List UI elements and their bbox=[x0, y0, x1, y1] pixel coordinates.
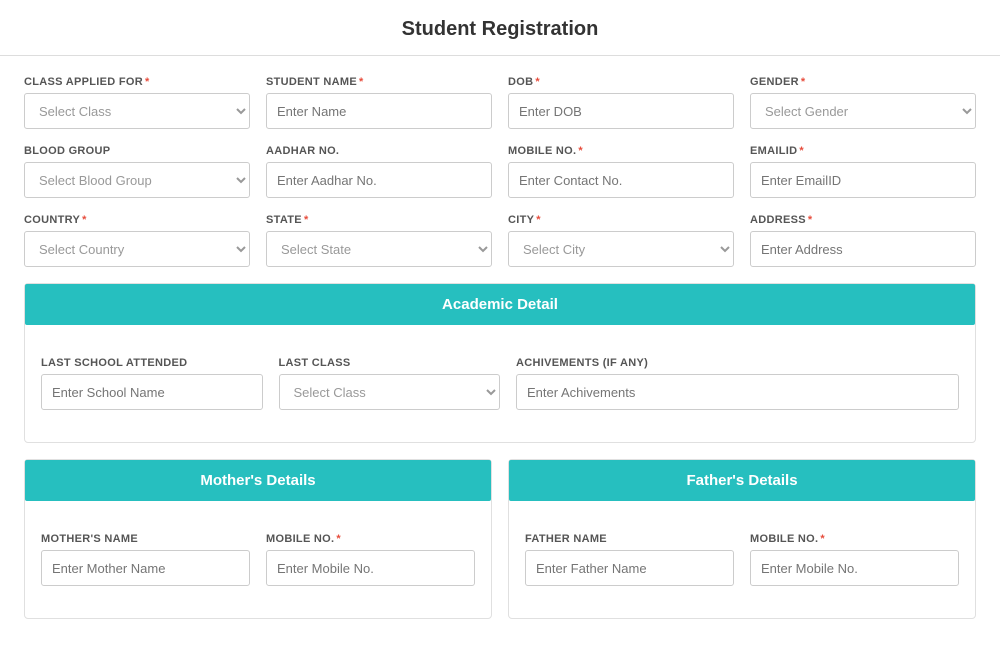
city-label: CITY* bbox=[508, 214, 734, 226]
email-label: EMAILID* bbox=[750, 145, 976, 157]
mother-section: Mother's Details MOTHER'S NAME MOBILE NO… bbox=[24, 459, 492, 619]
father-row: FATHER NAME MOBILE NO.* bbox=[525, 533, 959, 586]
last-school-label: LAST SCHOOL ATTENDED bbox=[41, 357, 263, 369]
achievements-group: ACHIVEMENTS (IF ANY) bbox=[516, 357, 959, 410]
student-name-group: STUDENT NAME* bbox=[266, 76, 492, 129]
father-name-label: FATHER NAME bbox=[525, 533, 734, 545]
parent-sections: Mother's Details MOTHER'S NAME MOBILE NO… bbox=[24, 459, 976, 635]
country-select[interactable]: Select Country India USA UK bbox=[24, 231, 250, 267]
academic-section: Academic Detail LAST SCHOOL ATTENDED LAS… bbox=[24, 283, 976, 443]
page-title: Student Registration bbox=[0, 0, 1000, 56]
class-applied-select[interactable]: Select Class Class 1 Class 2 Class 3 Cla… bbox=[24, 93, 250, 129]
father-name-input[interactable] bbox=[525, 550, 734, 586]
city-select[interactable]: Select City Mumbai Delhi Bangalore bbox=[508, 231, 734, 267]
state-select[interactable]: Select State Maharashtra Delhi Karnataka bbox=[266, 231, 492, 267]
mother-name-label: MOTHER'S NAME bbox=[41, 533, 250, 545]
father-mobile-input[interactable] bbox=[750, 550, 959, 586]
blood-group-group: BLOOD GROUP Select Blood Group A+ A- B+ … bbox=[24, 145, 250, 198]
father-section-header: Father's Details bbox=[509, 460, 975, 501]
last-class-select[interactable]: Select Class Class 1 Class 2 Class 3 bbox=[279, 374, 501, 410]
father-mobile-label: MOBILE NO.* bbox=[750, 533, 959, 545]
country-label: COUNTRY* bbox=[24, 214, 250, 226]
last-class-label: LAST CLASS bbox=[279, 357, 501, 369]
address-label: ADDRESS* bbox=[750, 214, 976, 226]
last-school-input[interactable] bbox=[41, 374, 263, 410]
aadhar-input[interactable] bbox=[266, 162, 492, 198]
mother-mobile-input[interactable] bbox=[266, 550, 475, 586]
email-input[interactable] bbox=[750, 162, 976, 198]
mother-name-input[interactable] bbox=[41, 550, 250, 586]
address-input[interactable] bbox=[750, 231, 976, 267]
aadhar-label: AADHAR NO. bbox=[266, 145, 492, 157]
gender-label: GENDER* bbox=[750, 76, 976, 88]
academic-section-header: Academic Detail bbox=[25, 284, 975, 325]
gender-select[interactable]: Select Gender Male Female Other bbox=[750, 93, 976, 129]
dob-input[interactable] bbox=[508, 93, 734, 129]
achievements-label: ACHIVEMENTS (IF ANY) bbox=[516, 357, 959, 369]
gender-group: GENDER* Select Gender Male Female Other bbox=[750, 76, 976, 129]
academic-row: LAST SCHOOL ATTENDED LAST CLASS Select C… bbox=[41, 357, 959, 410]
blood-group-select[interactable]: Select Blood Group A+ A- B+ B- O+ O- AB+… bbox=[24, 162, 250, 198]
form-row-2: BLOOD GROUP Select Blood Group A+ A- B+ … bbox=[24, 145, 976, 198]
student-name-input[interactable] bbox=[266, 93, 492, 129]
mother-row: MOTHER'S NAME MOBILE NO.* bbox=[41, 533, 475, 586]
blood-group-label: BLOOD GROUP bbox=[24, 145, 250, 157]
father-section: Father's Details FATHER NAME MOBILE NO.* bbox=[508, 459, 976, 619]
country-group: COUNTRY* Select Country India USA UK bbox=[24, 214, 250, 267]
address-group: ADDRESS* bbox=[750, 214, 976, 267]
mobile-input[interactable] bbox=[508, 162, 734, 198]
father-name-group: FATHER NAME bbox=[525, 533, 734, 586]
class-applied-group: CLASS APPLIED FOR* Select Class Class 1 … bbox=[24, 76, 250, 129]
mother-section-header: Mother's Details bbox=[25, 460, 491, 501]
last-school-group: LAST SCHOOL ATTENDED bbox=[41, 357, 263, 410]
aadhar-group: AADHAR NO. bbox=[266, 145, 492, 198]
city-group: CITY* Select City Mumbai Delhi Bangalore bbox=[508, 214, 734, 267]
achievements-input[interactable] bbox=[516, 374, 959, 410]
mother-name-group: MOTHER'S NAME bbox=[41, 533, 250, 586]
email-group: EMAILID* bbox=[750, 145, 976, 198]
mother-mobile-label: MOBILE NO.* bbox=[266, 533, 475, 545]
student-name-label: STUDENT NAME* bbox=[266, 76, 492, 88]
mobile-group: MOBILE NO.* bbox=[508, 145, 734, 198]
form-row-1: CLASS APPLIED FOR* Select Class Class 1 … bbox=[24, 76, 976, 129]
mother-mobile-group: MOBILE NO.* bbox=[266, 533, 475, 586]
state-label: STATE* bbox=[266, 214, 492, 226]
mobile-label: MOBILE NO.* bbox=[508, 145, 734, 157]
class-applied-label: CLASS APPLIED FOR* bbox=[24, 76, 250, 88]
dob-group: DOB* bbox=[508, 76, 734, 129]
father-mobile-group: MOBILE NO.* bbox=[750, 533, 959, 586]
dob-label: DOB* bbox=[508, 76, 734, 88]
state-group: STATE* Select State Maharashtra Delhi Ka… bbox=[266, 214, 492, 267]
form-row-3: COUNTRY* Select Country India USA UK STA… bbox=[24, 214, 976, 267]
last-class-group: LAST CLASS Select Class Class 1 Class 2 … bbox=[279, 357, 501, 410]
